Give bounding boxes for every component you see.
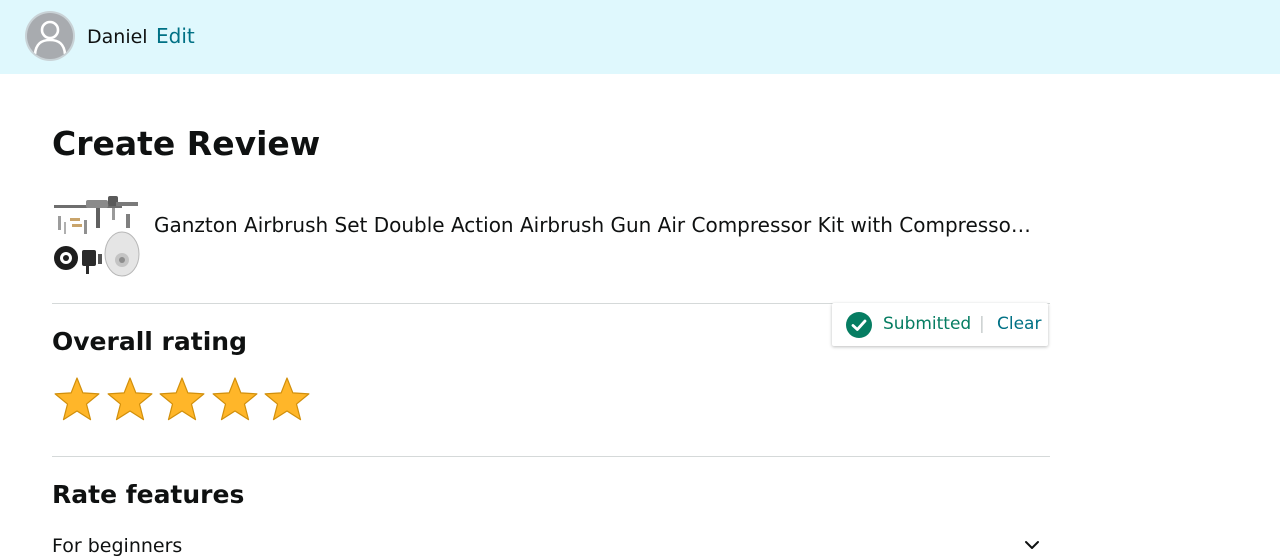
page-title: Create Review (52, 124, 321, 163)
profile-header: Daniel Edit (0, 0, 1280, 74)
status-separator: | (979, 314, 985, 334)
star-icon-1[interactable] (52, 375, 102, 425)
submitted-status: Submitted (883, 314, 972, 334)
feature-for-beginners-label: For beginners (52, 535, 183, 557)
clear-rating-button[interactable]: Clear (997, 313, 1041, 336)
star-icon-4[interactable] (210, 375, 260, 425)
rating-status-box: Submitted | Clear (832, 303, 1048, 346)
profile-name: Daniel (87, 26, 148, 48)
airbrush-kit-image (52, 192, 140, 280)
star-rating[interactable] (52, 375, 315, 425)
avatar[interactable] (27, 13, 73, 59)
product-title: Ganzton Airbrush Set Double Action Airbr… (154, 213, 1034, 237)
chevron-down-icon[interactable] (1022, 535, 1042, 555)
product-image (52, 192, 140, 280)
overall-rating-heading: Overall rating (52, 327, 247, 356)
check-circle-icon (846, 312, 872, 338)
divider (52, 456, 1050, 457)
star-icon-2[interactable] (105, 375, 155, 425)
star-icon-3[interactable] (157, 375, 207, 425)
rate-features-heading: Rate features (52, 480, 245, 509)
edit-profile-link[interactable]: Edit (156, 23, 195, 49)
user-icon (33, 20, 67, 55)
star-icon-5[interactable] (262, 375, 312, 425)
